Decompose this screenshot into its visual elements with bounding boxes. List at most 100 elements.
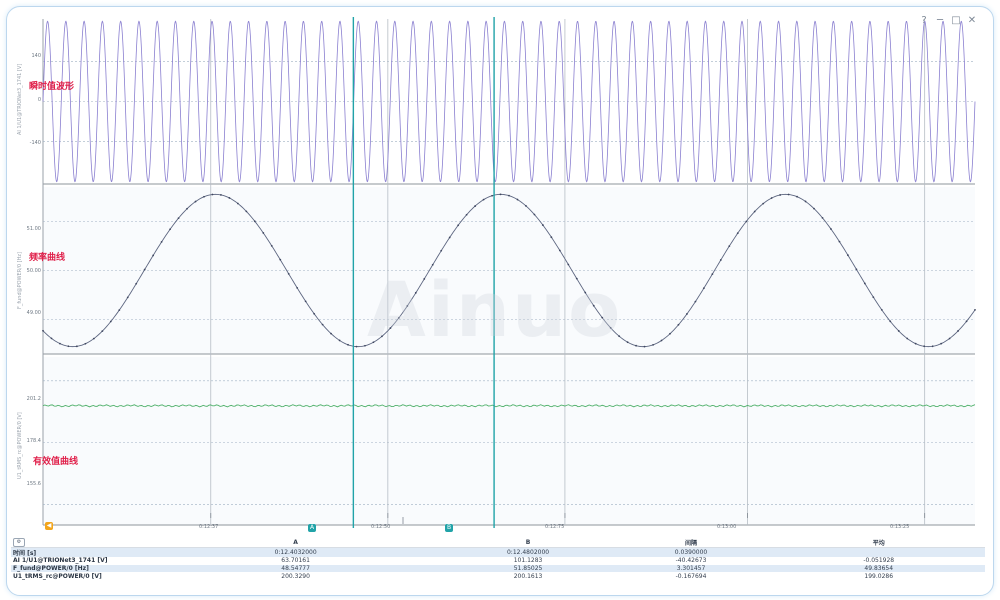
series-point-frequency <box>719 259 722 261</box>
series-point-frequency <box>923 345 926 348</box>
row-delta: 3.301457 <box>609 564 773 573</box>
table-row[interactable]: F_fund@POWER/0 [Hz] 48.54777 51.85025 3.… <box>11 564 985 573</box>
panel-label-instantaneous: 瞬时值波形 <box>29 82 75 92</box>
series-point-frequency <box>169 228 171 231</box>
series-point-frequency <box>728 245 731 248</box>
row-avg: -0.051928 <box>863 557 895 565</box>
series-point-frequency <box>787 193 790 196</box>
series-point-frequency <box>745 220 748 223</box>
series-point-frequency <box>796 195 798 198</box>
panel-label-frequency: 频率曲线 <box>29 253 66 263</box>
table-row[interactable]: AI 1/U1@TRIONet3_1741 [V] 63.70161 101.1… <box>11 557 985 565</box>
series-point-frequency <box>686 313 688 315</box>
table-header-b: B <box>446 538 610 548</box>
series-point-frequency <box>914 342 917 345</box>
series-point-frequency <box>457 224 460 227</box>
cursor-left-marker[interactable]: ◀ <box>45 522 53 530</box>
x-tick-label: 0:13:00 <box>717 524 737 530</box>
x-tick-label: 0:12:50 <box>371 524 391 530</box>
series-point-frequency <box>643 345 646 348</box>
series-point-frequency <box>525 205 527 207</box>
series-point-frequency <box>847 254 849 257</box>
y-tick-label: 201.2 <box>26 396 41 402</box>
table-header-a: A <box>144 538 447 548</box>
help-icon[interactable]: ? <box>917 15 931 27</box>
series-point-frequency <box>279 258 282 261</box>
cursor-a-marker[interactable]: A <box>308 524 316 532</box>
row-a: 200.3290 <box>281 572 310 580</box>
series-point-frequency <box>245 210 248 213</box>
row-delta: -40.42673 <box>675 557 707 565</box>
series-point-frequency <box>75 345 78 348</box>
series-point-frequency <box>753 210 756 213</box>
series-point-frequency <box>101 330 104 333</box>
row-a: 48.54777 <box>144 564 447 573</box>
row-name: U1_tRMS_rc@POWER/0 [V] <box>13 572 102 580</box>
series-point-frequency <box>948 337 951 340</box>
series-point-frequency <box>347 343 349 346</box>
y-tick-label: 178.4 <box>26 438 41 444</box>
series-point-frequency <box>135 282 138 285</box>
channel-label-rms: U1_tRMS_rc@POWER/0 [V] <box>17 412 23 479</box>
y-tick-label: 0 <box>37 97 41 103</box>
series-point-frequency <box>262 232 265 234</box>
series-point-frequency <box>855 268 858 271</box>
series-point-frequency <box>236 202 239 205</box>
series-point-frequency <box>270 244 273 247</box>
series-point-frequency <box>813 207 815 210</box>
x-tick-label: 0:12:37 <box>199 524 219 530</box>
row-a: 0:12.4032000 <box>144 547 447 557</box>
series-point-frequency <box>338 339 341 342</box>
series-point-frequency <box>440 249 443 252</box>
row-delta: 0.0390000 <box>609 547 773 557</box>
series-point-frequency <box>863 282 866 285</box>
series-point-frequency <box>465 213 468 216</box>
table-row[interactable]: U1_tRMS_rc@POWER/0 [V] 200.3290 200.1613… <box>11 572 985 580</box>
series-point-frequency <box>482 198 485 201</box>
series-point-frequency <box>59 342 61 345</box>
series-point-frequency <box>474 205 477 207</box>
minimize-icon[interactable]: ─ <box>933 15 947 27</box>
series-point-frequency <box>50 337 53 340</box>
series-point-frequency <box>228 197 231 199</box>
cursor-b-marker[interactable]: B <box>445 524 453 532</box>
series-point-frequency <box>821 217 824 219</box>
series-point-frequency <box>957 330 959 332</box>
x-tick-label: 0:12:75 <box>545 524 565 530</box>
series-point-frequency <box>516 198 519 201</box>
series-point-frequency <box>491 194 493 197</box>
series-point-frequency <box>194 200 197 203</box>
series-point-frequency <box>541 224 544 226</box>
recorder-window: Ainuo ? ─ □ ✕ 瞬时值波形 频率曲线 有效值曲线 AI 1/U1@T… <box>6 6 994 596</box>
series-point-frequency <box>965 320 968 323</box>
row-name: F_fund@POWER/0 [Hz] <box>11 564 145 573</box>
cursor-table: ⚙ A B 间隔 平均 时间 [s] 0:12.4032000 0:12.480… <box>11 538 985 580</box>
series-point-frequency <box>762 202 765 205</box>
series-point-frequency <box>67 345 70 348</box>
series-point-frequency <box>220 194 222 196</box>
table-header-avg: 平均 <box>772 538 985 548</box>
row-a: 63.70161 <box>281 557 310 565</box>
series-point-frequency <box>711 273 714 276</box>
series-point-frequency <box>677 323 680 326</box>
series-point-frequency <box>736 232 739 235</box>
series-point-frequency <box>203 195 205 198</box>
series-point-frequency <box>669 332 671 335</box>
series-point-frequency <box>558 249 561 252</box>
series-point-frequency <box>355 345 358 348</box>
series-point-frequency <box>177 217 180 220</box>
maximize-icon[interactable]: □ <box>949 15 963 27</box>
series-point-frequency <box>118 309 121 312</box>
series-point-frequency <box>211 193 214 196</box>
row-b: 200.1613 <box>513 572 543 580</box>
table-settings-icon[interactable]: ⚙ <box>13 538 25 547</box>
series-point-frequency <box>931 345 934 348</box>
series-point-frequency <box>533 213 536 216</box>
series-point-frequency <box>838 240 841 243</box>
table-row[interactable]: 时间 [s] 0:12.4032000 0:12.4802000 0.03900… <box>11 547 985 557</box>
y-tick-label: -140 <box>29 140 41 146</box>
series-point-frequency <box>330 332 332 335</box>
series-point-frequency <box>499 193 502 196</box>
series-point-frequency <box>635 344 637 347</box>
close-icon[interactable]: ✕ <box>965 15 979 27</box>
